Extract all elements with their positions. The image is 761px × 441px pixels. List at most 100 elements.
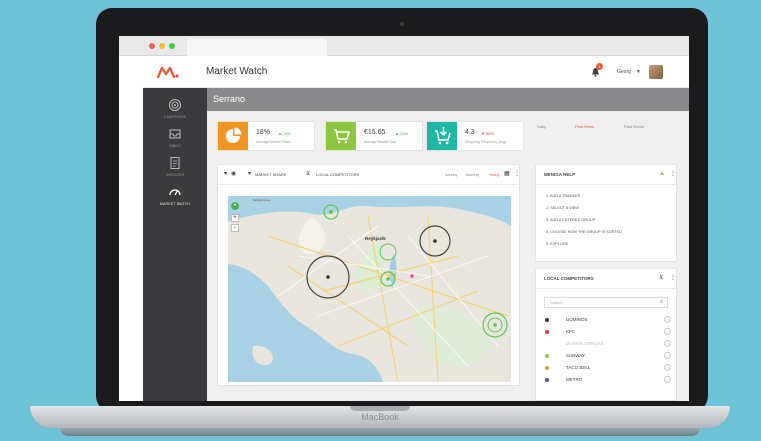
competitor-row[interactable]: METRO ○ (536, 375, 678, 385)
competitor-name: DOMINOS (566, 317, 588, 322)
range-weekly[interactable]: Weekly (445, 173, 457, 177)
laptop-notch (350, 406, 410, 411)
help-step[interactable]: 1. ADD A TRACKER (546, 194, 580, 198)
help-title: MENIGA HELP (544, 172, 576, 177)
help-step[interactable]: 4. CHOOSE HOW THE GROUP IS SORTED (546, 230, 622, 234)
help-panel: MENIGA HELP ▲ ⋮ 1. ADD A TRACKER 2. SELE… (535, 164, 678, 262)
competitor-color-dot (545, 378, 549, 382)
checkbox[interactable]: ○ (664, 364, 671, 371)
kpi-market-share[interactable]: 18% ▲ 13% Average Market Share (217, 121, 315, 151)
screen: Market Watch 1 Georg ▼ CAMPAIGNS INBOX I… (119, 36, 689, 401)
help-step[interactable]: 3. ADD A FILTERED GROUP (546, 218, 595, 222)
browser-tab[interactable] (187, 39, 327, 56)
map-city-label: Reykjavik (365, 236, 386, 241)
collapse-icon[interactable]: ▾ (224, 171, 227, 177)
market-share-selector[interactable]: MARKET SHARE (255, 172, 287, 177)
close-window-button[interactable] (149, 43, 155, 49)
checkbox[interactable]: ○ (664, 376, 671, 383)
competitor-search-input[interactable]: Search (544, 297, 668, 308)
local-competitors-filter[interactable]: LOCAL COMPETITORS (316, 172, 359, 177)
sidebar-item-inbox[interactable]: INBOX (143, 127, 207, 148)
zoom-in-button[interactable]: + (231, 214, 239, 222)
sidebar-item-label: INBOX (169, 144, 181, 148)
period-past-month[interactable]: Past Month (624, 124, 644, 129)
period-past-week[interactable]: Past Week (575, 124, 594, 129)
minimize-window-button[interactable] (159, 43, 165, 49)
chart-icon[interactable]: ▲ (659, 171, 665, 177)
competitor-color-dot (545, 330, 549, 334)
competitor-name: DUNKIN DONUTS (566, 341, 604, 346)
checkbox[interactable]: ○ (664, 316, 671, 323)
competitor-name: SUBWAY (566, 353, 586, 358)
range-yearly[interactable]: Yearly (489, 173, 499, 177)
globe-icon[interactable]: ◉ (231, 171, 236, 177)
sidebar: CAMPAIGNS INBOX INVOICES MARKET WATCH (143, 88, 207, 401)
app-title: Market Watch (206, 66, 268, 77)
competitors-header: LOCAL COMPETITORS ⊻ ⋮ (536, 269, 678, 289)
inbox-icon (169, 129, 181, 139)
checkbox[interactable]: ○ (664, 352, 671, 359)
location-button[interactable]: • (231, 202, 239, 210)
period-daily[interactable]: Daily (537, 124, 546, 129)
webcam (400, 22, 404, 26)
competitor-color-dot (545, 342, 549, 346)
sidebar-item-invoices[interactable]: INVOICES (143, 156, 207, 177)
notification-badge: 1 (596, 63, 603, 70)
invoice-icon (170, 157, 180, 169)
sidebar-item-market-watch[interactable]: MARKET WATCH (143, 185, 207, 206)
kpi-basket-size[interactable]: €15.65 ▲ 21% Average Basket Size (325, 121, 423, 151)
sidebar-item-label: INVOICES (165, 173, 185, 177)
kpi-label: Average Basket Size (364, 140, 397, 144)
kpi-change: ▲ 21% (395, 131, 409, 136)
cart-icon (326, 122, 356, 150)
range-monthly[interactable]: Monthly (466, 173, 479, 177)
target-icon (169, 99, 181, 111)
filter-icon[interactable]: ⊻ (659, 275, 663, 281)
competitor-row[interactable]: DUNKIN DONUTS ○ (536, 339, 678, 349)
competitors-title: LOCAL COMPETITORS (544, 276, 594, 281)
device-brand: MacBook (361, 412, 399, 422)
meniga-logo-icon[interactable] (157, 66, 179, 78)
kpi-value: €15.65 (364, 129, 386, 136)
map[interactable]: Seltjarnarnes Reykjavik • + − (228, 196, 511, 382)
map-panel: ▾ ◉ ▾ MARKET SHARE ⊻ LOCAL COMPETITORS W… (217, 164, 521, 386)
laptop-foot (60, 428, 700, 436)
competitor-color-dot (545, 318, 549, 322)
kpi-change: ▼ 58% (481, 131, 495, 136)
more-icon[interactable]: ⋮ (670, 275, 676, 281)
table-icon[interactable]: ▦ (504, 171, 510, 177)
competitor-row[interactable]: SUBWAY ○ (536, 351, 678, 361)
map-toolbar: ▾ ◉ ▾ MARKET SHARE ⊻ LOCAL COMPETITORS W… (218, 165, 521, 185)
avatar[interactable] (649, 65, 663, 79)
competitors-panel: LOCAL COMPETITORS ⊻ ⋮ Search ⌕ DOMINOS ○… (535, 268, 678, 401)
kpi-label: Shopping Frequency (avg) (465, 140, 507, 144)
help-step[interactable]: 2. SELECT A VIEW (546, 206, 579, 210)
search-icon[interactable]: ⌕ (660, 298, 663, 306)
zoom-out-button[interactable]: − (231, 224, 239, 232)
browser-chrome (119, 36, 689, 56)
pie-chart-icon (218, 122, 248, 150)
filter-icon[interactable]: ⊻ (306, 171, 310, 177)
competitor-name: METRO (566, 377, 583, 382)
checkbox[interactable]: ○ (664, 340, 671, 347)
page-title: Serrano (213, 94, 246, 104)
dropdown-icon[interactable]: ▾ (248, 171, 251, 177)
user-name[interactable]: Georg (617, 69, 631, 75)
kpi-shopping-frequency[interactable]: 4.3 ▼ 58% Shopping Frequency (avg) (426, 121, 524, 151)
map-place-label: Seltjarnarnes (253, 198, 271, 202)
main-content: 18% ▲ 13% Average Market Share €15.65 ▲ … (207, 111, 689, 401)
competitor-row[interactable]: TACO BELL ○ (536, 363, 678, 373)
checkbox[interactable]: ○ (664, 328, 671, 335)
more-icon[interactable]: ⋮ (514, 171, 520, 177)
more-icon[interactable]: ⋮ (670, 171, 676, 177)
maximize-window-button[interactable] (169, 43, 175, 49)
competitor-name: KFC (566, 329, 575, 334)
map-canvas[interactable] (228, 196, 511, 382)
help-step[interactable]: 5. EXPLORE (546, 242, 568, 246)
kpi-value: 18% (256, 129, 271, 136)
competitor-color-dot (545, 354, 549, 358)
competitor-row[interactable]: DOMINOS ○ (536, 315, 678, 325)
competitor-row[interactable]: KFC ○ (536, 327, 678, 337)
chevron-down-icon[interactable]: ▼ (636, 69, 641, 75)
sidebar-item-campaigns[interactable]: CAMPAIGNS (143, 98, 207, 119)
